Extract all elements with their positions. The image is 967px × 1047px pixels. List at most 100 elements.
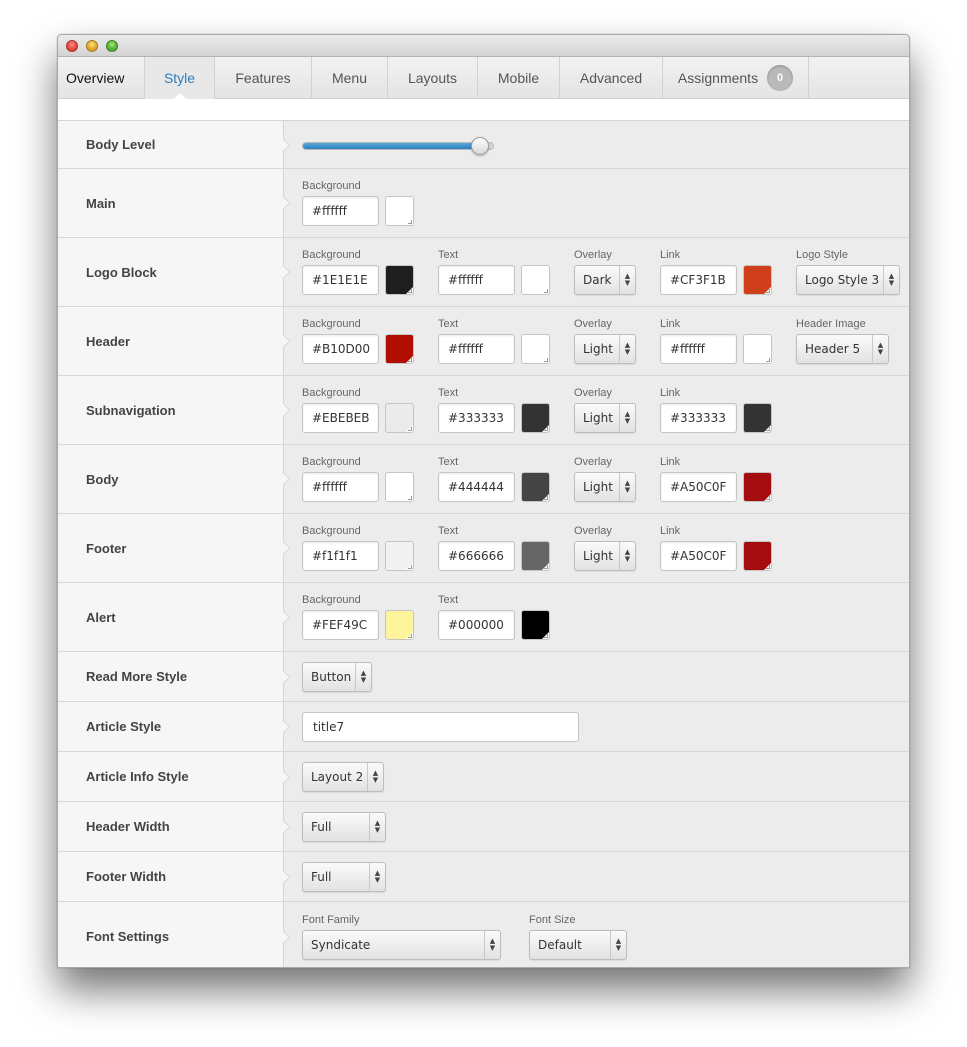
row-header: Header Background #B10D00 Text #ffffff O… (58, 307, 909, 376)
field-label: Link (660, 318, 681, 330)
body-background-input[interactable]: #ffffff (302, 472, 379, 502)
subnav-background-input[interactable]: #EBEBEB (302, 403, 379, 433)
subnav-background-swatch[interactable] (385, 403, 414, 433)
row-label: Header (58, 307, 290, 375)
body-link-field: Link #A50C0F (660, 456, 772, 502)
field-label: Text (438, 456, 459, 468)
article-style-input[interactable]: title7 (302, 711, 579, 742)
row-label: Read More Style (58, 652, 290, 701)
alert-background-field: Background #FEF49C (302, 594, 414, 640)
main-background-swatch[interactable] (385, 196, 414, 226)
header-background-field: Background #B10D00 (302, 318, 414, 364)
body-level-slider[interactable] (302, 136, 494, 155)
tab-mobile[interactable]: Mobile (478, 57, 560, 99)
field-label: Text (438, 525, 459, 537)
logo-text-input[interactable]: #ffffff (438, 265, 515, 295)
logo-text-swatch[interactable] (521, 265, 550, 295)
tab-assignments[interactable]: Assignments 0 (663, 57, 809, 99)
slider-fill (303, 142, 480, 149)
body-text-swatch[interactable] (521, 472, 550, 502)
subnav-overlay-select[interactable]: Light ▲ ▼ (574, 403, 636, 433)
main-background-field: Background #ffffff (302, 180, 414, 226)
header-text-swatch[interactable] (521, 334, 550, 364)
header-background-swatch[interactable] (385, 334, 414, 364)
subnav-text-input[interactable]: #333333 (438, 403, 515, 433)
title-bar (58, 35, 909, 57)
subnav-link-input[interactable]: #333333 (660, 403, 737, 433)
alert-background-input[interactable]: #FEF49C (302, 610, 379, 640)
footer-link-input[interactable]: #A50C0F (660, 541, 737, 571)
field-label: Background (302, 180, 361, 192)
close-window-button[interactable] (66, 40, 78, 52)
select-arrows-icon: ▲ ▼ (619, 266, 635, 294)
field-label: Background (302, 387, 361, 399)
field-label: Logo Style (796, 249, 848, 261)
main-background-input[interactable]: #ffffff (302, 196, 379, 226)
select-arrows-icon: ▲ ▼ (619, 473, 635, 501)
minimize-window-button[interactable] (86, 40, 98, 52)
logo-text-field: Text #ffffff (438, 249, 550, 295)
read-more-style-select[interactable]: Button ▲ ▼ (302, 661, 372, 692)
footer-text-field: Text #666666 (438, 525, 550, 571)
body-background-swatch[interactable] (385, 472, 414, 502)
header-background-input[interactable]: #B10D00 (302, 334, 379, 364)
logo-background-field: Background #1E1E1E (302, 249, 414, 295)
header-text-input[interactable]: #ffffff (438, 334, 515, 364)
field-label: Background (302, 594, 361, 606)
select-arrows-icon: ▲ ▼ (367, 762, 383, 791)
row-subnavigation: Subnavigation Background #EBEBEB Text #3… (58, 376, 909, 445)
header-width-select[interactable]: Full ▲ ▼ (302, 811, 386, 842)
footer-text-input[interactable]: #666666 (438, 541, 515, 571)
font-size-select[interactable]: Default ▲ ▼ (529, 929, 627, 960)
header-overlay-select[interactable]: Light ▲ ▼ (574, 334, 636, 364)
font-family-select[interactable]: Syndicate ▲ ▼ (302, 929, 501, 960)
tab-menu[interactable]: Menu (312, 57, 388, 99)
row-body-level: Body Level (58, 121, 909, 169)
footer-link-swatch[interactable] (743, 541, 772, 571)
body-text-input[interactable]: #444444 (438, 472, 515, 502)
tab-features[interactable]: Features (215, 57, 312, 99)
select-arrows-icon: ▲ ▼ (883, 266, 899, 294)
header-overlay-field: Overlay Light ▲ ▼ (574, 318, 636, 364)
alert-background-swatch[interactable] (385, 610, 414, 640)
body-overlay-select[interactable]: Light ▲ ▼ (574, 472, 636, 502)
footer-background-swatch[interactable] (385, 541, 414, 571)
footer-text-swatch[interactable] (521, 541, 550, 571)
subnav-link-swatch[interactable] (743, 403, 772, 433)
alert-text-swatch[interactable] (521, 610, 550, 640)
logo-link-input[interactable]: #CF3F1B (660, 265, 737, 295)
style-settings-list: Body Level Main Background #ffffff Logo … (58, 121, 909, 967)
field-label: Header Image (796, 318, 866, 330)
body-link-swatch[interactable] (743, 472, 772, 502)
row-label: Logo Block (58, 238, 290, 306)
logo-overlay-select[interactable]: Dark ▲ ▼ (574, 265, 636, 295)
field-label: Text (438, 249, 459, 261)
zoom-window-button[interactable] (106, 40, 118, 52)
footer-width-select[interactable]: Full ▲ ▼ (302, 861, 386, 892)
logo-background-swatch[interactable] (385, 265, 414, 295)
row-label: Font Settings (58, 902, 290, 967)
field-label: Font Size (529, 913, 576, 926)
footer-background-input[interactable]: #f1f1f1 (302, 541, 379, 571)
tab-layouts[interactable]: Layouts (388, 57, 478, 99)
logo-style-select[interactable]: Logo Style 3 ▲ ▼ (796, 265, 900, 295)
field-label: Text (438, 387, 459, 399)
header-link-input[interactable]: #ffffff (660, 334, 737, 364)
tab-advanced[interactable]: Advanced (560, 57, 663, 99)
tab-overview[interactable]: Overview (58, 57, 145, 99)
row-body: Body Background #ffffff Text #444444 Ove… (58, 445, 909, 514)
header-image-select[interactable]: Header 5 ▲ ▼ (796, 334, 889, 364)
row-label: Header Width (58, 802, 290, 851)
body-link-input[interactable]: #A50C0F (660, 472, 737, 502)
alert-text-input[interactable]: #000000 (438, 610, 515, 640)
subnav-text-swatch[interactable] (521, 403, 550, 433)
tab-style[interactable]: Style (145, 57, 215, 100)
slider-handle[interactable] (471, 136, 489, 155)
header-link-swatch[interactable] (743, 334, 772, 364)
row-main: Main Background #ffffff (58, 169, 909, 238)
logo-background-input[interactable]: #1E1E1E (302, 265, 379, 295)
footer-overlay-select[interactable]: Light ▲ ▼ (574, 541, 636, 571)
article-info-style-select[interactable]: Layout 2 ▲ ▼ (302, 761, 384, 792)
logo-overlay-field: Overlay Dark ▲ ▼ (574, 249, 636, 295)
logo-link-swatch[interactable] (743, 265, 772, 295)
